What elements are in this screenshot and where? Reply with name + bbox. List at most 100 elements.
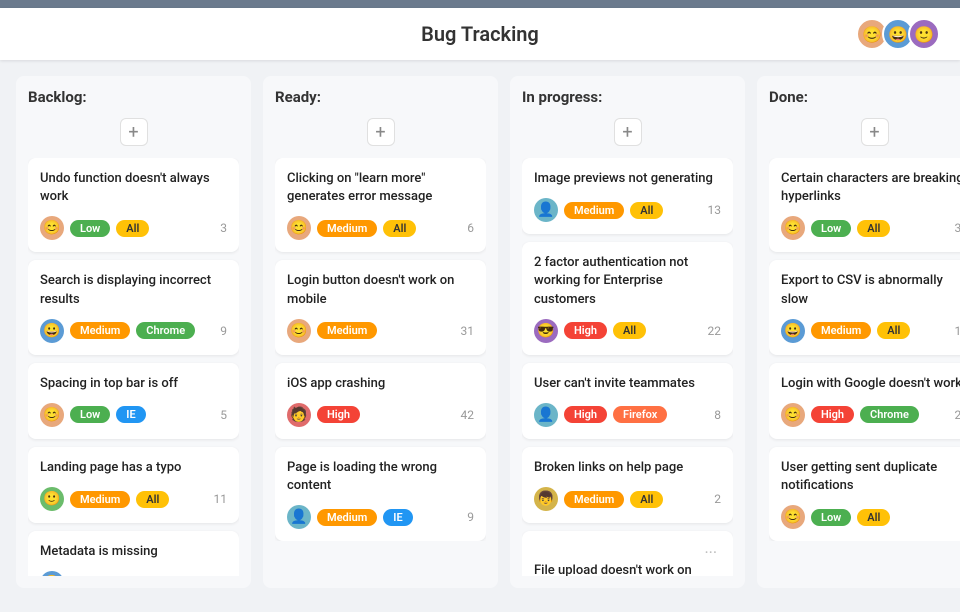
column-title: In progress: xyxy=(522,88,602,106)
header: Bug Tracking 😊😀🙂 xyxy=(0,8,960,60)
card[interactable]: User getting sent duplicate notification… xyxy=(769,447,960,541)
card-avatar: 🙂 xyxy=(40,487,64,511)
cards-list: Clicking on "learn more" generates error… xyxy=(275,158,486,541)
card[interactable]: Login with Google doesn't work😊HighChrom… xyxy=(769,363,960,439)
page-title: Bug Tracking xyxy=(421,22,539,46)
card[interactable]: Spacing in top bar is off 😊 Low IE 5 xyxy=(28,363,239,439)
card-title: Clicking on "learn more" generates error… xyxy=(287,170,474,206)
card-title: Image previews not generating xyxy=(534,170,721,188)
badge: Firefox xyxy=(613,406,667,423)
card[interactable]: Export to CSV is abnormally slow😀MediumA… xyxy=(769,260,960,354)
badge: Chrome xyxy=(860,406,919,423)
badge: Low xyxy=(811,220,851,237)
card[interactable]: Metadata is missing 😀 xyxy=(28,531,239,576)
card-title: User can't invite teammates xyxy=(534,375,721,393)
cards-list: Undo function doesn't always work😊LowAll… xyxy=(28,158,239,576)
card-title: File upload doesn't work on Chrome xyxy=(534,562,721,576)
badge: All xyxy=(116,220,149,237)
card-avatar: 😎 xyxy=(534,319,558,343)
card-title: Certain characters are breaking hyperlin… xyxy=(781,170,960,206)
card-footer: 😎HighAll22 xyxy=(534,319,721,343)
card-count: 22 xyxy=(708,324,722,338)
card-count: 14 xyxy=(955,324,960,338)
card[interactable]: User can't invite teammates👤HighFirefox8 xyxy=(522,363,733,439)
badge: All xyxy=(383,220,416,237)
more-options: ··· xyxy=(534,543,721,562)
card[interactable]: Landing page has a typo🙂MediumAll11 xyxy=(28,447,239,523)
card-avatar: 👦 xyxy=(534,487,558,511)
badge: All xyxy=(857,220,890,237)
column-title: Ready: xyxy=(275,88,321,106)
badge: All xyxy=(630,491,663,508)
card[interactable]: Broken links on help page👦MediumAll2 xyxy=(522,447,733,523)
card-avatar: 😊 xyxy=(40,216,64,240)
card-footer: 😀 xyxy=(40,571,227,576)
column-title: Backlog: xyxy=(28,88,87,106)
card-footer: 😀MediumChrome9 xyxy=(40,319,227,343)
card[interactable]: Clicking on "learn more" generates error… xyxy=(275,158,486,252)
column-in-progress: In progress: + Image previews not generati… xyxy=(510,76,745,588)
card-title: 2 factor authentication not working for … xyxy=(534,254,721,309)
column-header: In progress: xyxy=(522,88,733,106)
card-title: Landing page has a typo xyxy=(40,459,227,477)
card[interactable]: Page is loading the wrong content👤Medium… xyxy=(275,447,486,541)
add-card-button[interactable]: + xyxy=(120,118,148,146)
card-avatar: 😊 xyxy=(781,403,805,427)
card-count: 6 xyxy=(467,221,474,235)
badge: IE xyxy=(116,406,145,423)
card-count: 31 xyxy=(461,324,475,338)
column-ready: Ready: + Clicking on "learn more" generate… xyxy=(263,76,498,588)
card-count: 42 xyxy=(461,408,475,422)
card-avatar: 😀 xyxy=(40,571,64,576)
add-card-button[interactable]: + xyxy=(861,118,889,146)
card-title: Metadata is missing xyxy=(40,543,227,561)
badge: Medium xyxy=(317,509,377,526)
badge: Low xyxy=(811,509,851,526)
add-card-button[interactable]: + xyxy=(367,118,395,146)
column-backlog: Backlog:+Undo function doesn't always wo… xyxy=(16,76,251,588)
card-avatar: 😀 xyxy=(781,319,805,343)
card[interactable]: Search is displaying incorrect results 😀M… xyxy=(28,260,239,354)
badge: Low xyxy=(70,406,110,423)
card-count: 5 xyxy=(220,408,227,422)
card-title: iOS app crashing xyxy=(287,375,474,393)
card-count: 9 xyxy=(467,510,474,524)
card[interactable]: iOS app crashing 🧑High42 xyxy=(275,363,486,439)
card-avatar: 😊 xyxy=(40,403,64,427)
card-avatar: 👤 xyxy=(534,403,558,427)
card[interactable]: ···File upload doesn't work on Chrome😀 xyxy=(522,531,733,576)
card-avatar: 😊 xyxy=(781,505,805,529)
card-avatar: 🧑 xyxy=(287,403,311,427)
card-avatar: 👤 xyxy=(287,505,311,529)
card-title: Login button doesn't work on mobile xyxy=(287,272,474,308)
badge: High xyxy=(564,406,607,423)
cards-list: Image previews not generating👤MediumAll1… xyxy=(522,158,733,576)
card-title: User getting sent duplicate notification… xyxy=(781,459,960,495)
cards-list: Certain characters are breaking hyperlin… xyxy=(769,158,960,541)
card-title: Spacing in top bar is off xyxy=(40,375,227,393)
card-count: 9 xyxy=(220,324,227,338)
card[interactable]: Login button doesn't work on mobile😊Medi… xyxy=(275,260,486,354)
badge: All xyxy=(136,491,169,508)
badge: Medium xyxy=(564,202,624,219)
badge: All xyxy=(877,322,910,339)
card-footer: 🧑High42 xyxy=(287,403,474,427)
card-count: 2 xyxy=(714,492,721,506)
card-avatar: 👤 xyxy=(534,198,558,222)
card[interactable]: Certain characters are breaking hyperlin… xyxy=(769,158,960,252)
card-footer: 😊 Low IE 5 xyxy=(40,403,227,427)
card-avatar: 😀 xyxy=(40,319,64,343)
column-header: Ready: xyxy=(275,88,486,106)
avatar: 🙂 xyxy=(908,18,940,50)
badge: Low xyxy=(70,220,110,237)
card-count: 27 xyxy=(955,408,960,422)
badge: Medium xyxy=(317,322,377,339)
card-title: Search is displaying incorrect results xyxy=(40,272,227,308)
board: Backlog:+Undo function doesn't always wo… xyxy=(0,60,960,604)
card[interactable]: Image previews not generating👤MediumAll1… xyxy=(522,158,733,234)
badge: IE xyxy=(383,509,412,526)
card-title: Login with Google doesn't work xyxy=(781,375,960,393)
add-card-button[interactable]: + xyxy=(614,118,642,146)
card[interactable]: Undo function doesn't always work😊LowAll… xyxy=(28,158,239,252)
card[interactable]: 2 factor authentication not working for … xyxy=(522,242,733,355)
